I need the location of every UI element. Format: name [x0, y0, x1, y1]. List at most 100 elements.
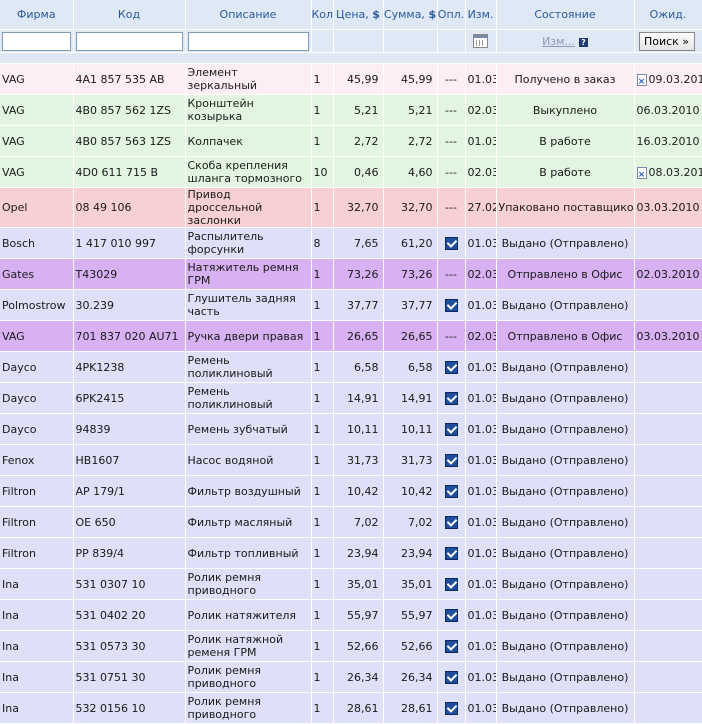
paid-checkbox[interactable]: [445, 702, 458, 715]
col-header-desc[interactable]: Описание: [185, 0, 311, 30]
state-cell: Выдано (Отправлено): [496, 631, 634, 662]
desc-cell: Фильтр масляный: [185, 507, 311, 538]
orders-table: Фирма Код Описание Кол Цена, $ Сумма, $ …: [0, 0, 702, 724]
changed-cell: 01.03: [465, 64, 496, 95]
sum-cell: 73,26: [383, 259, 437, 290]
table-row[interactable]: VAG4B0 857 563 1ZSКолпачек12,722,72---01…: [0, 126, 702, 157]
table-row[interactable]: FenoxHB1607Насос водяной131,7331,7301.03…: [0, 445, 702, 476]
paid-checkbox[interactable]: [445, 640, 458, 653]
paid-cell: ---: [437, 95, 465, 126]
table-row[interactable]: Ina531 0307 10Ролик ремня приводного135,…: [0, 569, 702, 600]
paid-checkbox[interactable]: [445, 237, 458, 250]
wait-cell: 03.03.2010: [634, 188, 702, 228]
table-row[interactable]: Ina531 0573 30Ролик натяжной ременя ГРМ1…: [0, 631, 702, 662]
price-cell: 7,02: [333, 507, 383, 538]
paid-checkbox[interactable]: [445, 361, 458, 374]
paid-checkbox[interactable]: [445, 578, 458, 591]
state-change-link[interactable]: Изм...: [542, 35, 575, 48]
table-row[interactable]: GatesT43029Натяжитель ремня ГРМ173,2673,…: [0, 259, 702, 290]
price-cell: 26,34: [333, 662, 383, 693]
sum-cell: 4,60: [383, 157, 437, 188]
col-header-paid[interactable]: Опл.: [437, 0, 465, 30]
document-icon[interactable]: [637, 74, 647, 86]
table-row[interactable]: Opel08 49 106Привод дроссельной заслонки…: [0, 188, 702, 228]
col-header-state[interactable]: Состояние: [496, 0, 634, 30]
document-icon[interactable]: [637, 167, 647, 179]
col-header-code[interactable]: Код: [73, 0, 185, 30]
paid-checkbox[interactable]: [445, 547, 458, 560]
col-header-qty[interactable]: Кол: [311, 0, 333, 30]
paid-cell: [437, 569, 465, 600]
code-cell: 1 417 010 997: [73, 228, 185, 259]
paid-cell: [437, 383, 465, 414]
table-row[interactable]: VAG701 837 020 AU71Ручка двери правая126…: [0, 321, 702, 352]
col-header-changed[interactable]: Изм.: [465, 0, 496, 30]
paid-checkbox[interactable]: [445, 392, 458, 405]
paid-cell: [437, 693, 465, 724]
table-row[interactable]: Dayco94839Ремень зубчатый110,1110,1101.0…: [0, 414, 702, 445]
search-button[interactable]: Поиск »: [639, 32, 695, 51]
sum-currency: $: [428, 8, 436, 21]
wait-cell: [634, 662, 702, 693]
table-row[interactable]: VAG4A1 857 535 ABЭлемент зеркальный145,9…: [0, 64, 702, 95]
price-cell: 55,97: [333, 600, 383, 631]
desc-filter-input[interactable]: [188, 32, 309, 51]
paid-checkbox[interactable]: [445, 516, 458, 529]
state-cell: Выдано (Отправлено): [496, 507, 634, 538]
desc-cell: Кронштейн козырька: [185, 95, 311, 126]
table-row[interactable]: Bosch1 417 010 997Распылитель форсунки87…: [0, 228, 702, 259]
table-row[interactable]: VAG4D0 611 715 BСкоба крепления шланга т…: [0, 157, 702, 188]
changed-cell: 01.03: [465, 352, 496, 383]
col-header-sum[interactable]: Сумма, $: [383, 0, 437, 30]
price-cell: 0,46: [333, 157, 383, 188]
sum-cell: 23,94: [383, 538, 437, 569]
table-row[interactable]: Polmostrow30.239Глушитель задняя часть13…: [0, 290, 702, 321]
changed-cell: 01.03: [465, 662, 496, 693]
paid-cell: ---: [437, 157, 465, 188]
calendar-icon[interactable]: [473, 34, 488, 48]
price-cell: 35,01: [333, 569, 383, 600]
paid-checkbox[interactable]: [445, 454, 458, 467]
paid-checkbox[interactable]: [445, 485, 458, 498]
qty-cell: 1: [311, 631, 333, 662]
code-cell: 531 0307 10: [73, 569, 185, 600]
paid-checkbox[interactable]: [445, 299, 458, 312]
desc-cell: Ролик натяжителя: [185, 600, 311, 631]
code-cell: T43029: [73, 259, 185, 290]
paid-checkbox[interactable]: [445, 609, 458, 622]
table-row[interactable]: Ina531 0751 30Ролик ремня приводного126,…: [0, 662, 702, 693]
paid-checkbox[interactable]: [445, 671, 458, 684]
qty-cell: 10: [311, 157, 333, 188]
code-cell: HB1607: [73, 445, 185, 476]
code-cell: 4D0 611 715 B: [73, 157, 185, 188]
col-header-firm[interactable]: Фирма: [0, 0, 73, 30]
state-cell: Выдано (Отправлено): [496, 290, 634, 321]
table-row[interactable]: Dayco4PK1238Ремень поликлиновый16,586,58…: [0, 352, 702, 383]
code-cell: 532 0156 10: [73, 693, 185, 724]
table-row[interactable]: Ina532 0156 10Ролик ремня приводного128,…: [0, 693, 702, 724]
code-filter-input[interactable]: [76, 32, 183, 51]
col-header-price[interactable]: Цена, $: [333, 0, 383, 30]
desc-cell: Ручка двери правая: [185, 321, 311, 352]
table-row[interactable]: VAG4B0 857 562 1ZSКронштейн козырька15,2…: [0, 95, 702, 126]
firm-filter-input[interactable]: [2, 32, 71, 51]
paid-cell: [437, 352, 465, 383]
table-row[interactable]: FiltronOE 650Фильтр масляный17,027,0201.…: [0, 507, 702, 538]
changed-cell: 02.03: [465, 259, 496, 290]
firm-cell: VAG: [0, 64, 73, 95]
desc-cell: Насос водяной: [185, 445, 311, 476]
code-cell: 94839: [73, 414, 185, 445]
table-row[interactable]: Ina531 0402 20Ролик натяжителя155,9755,9…: [0, 600, 702, 631]
price-cell: 14,91: [333, 383, 383, 414]
table-row[interactable]: Dayco6PK2415Ремень поликлиновый114,9114,…: [0, 383, 702, 414]
col-header-wait[interactable]: Ожид.: [634, 0, 702, 30]
price-cell: 45,99: [333, 64, 383, 95]
help-icon[interactable]: ?: [579, 38, 588, 47]
table-row[interactable]: FiltronPP 839/4Фильтр топливный123,9423,…: [0, 538, 702, 569]
desc-cell: Элемент зеркальный: [185, 64, 311, 95]
table-row[interactable]: FiltronAP 179/1Фильтр воздушный110,4210,…: [0, 476, 702, 507]
state-cell: Выдано (Отправлено): [496, 600, 634, 631]
firm-cell: VAG: [0, 321, 73, 352]
sum-cell: 26,65: [383, 321, 437, 352]
paid-checkbox[interactable]: [445, 423, 458, 436]
